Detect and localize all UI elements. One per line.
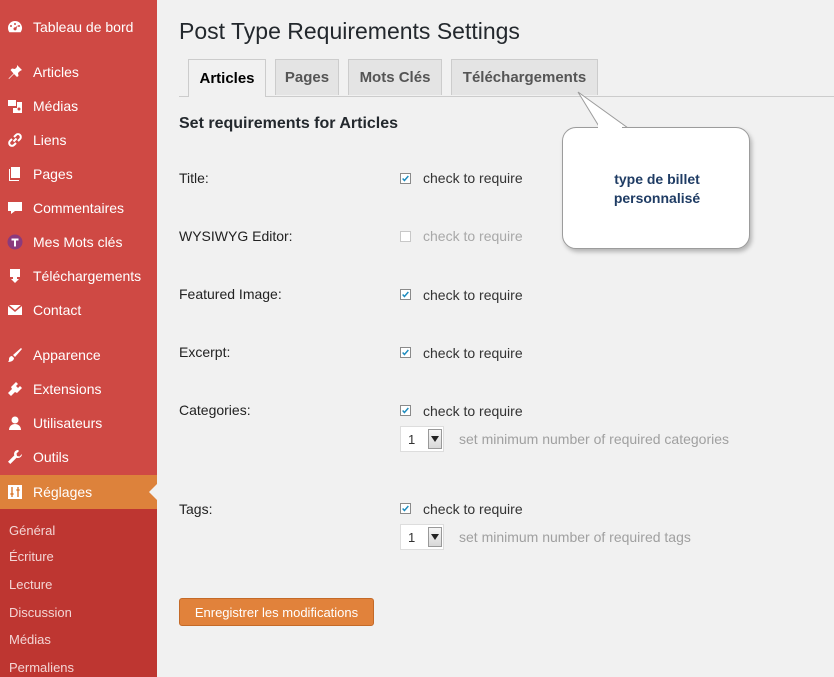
title-require-checkbox[interactable] <box>400 173 411 184</box>
link-icon <box>7 132 23 148</box>
categories-min-hint: set minimum number of required categorie… <box>459 431 730 447</box>
save-button[interactable]: Enregistrer les modifications <box>179 598 374 626</box>
menu-item-label: Utilisateurs <box>33 415 103 431</box>
tab-articles[interactable]: Articles <box>188 59 266 97</box>
select-value: 1 <box>408 530 416 545</box>
dashboard-icon <box>7 19 23 35</box>
callout-line-2: personnalisé <box>613 190 701 206</box>
menu-item-medias[interactable]: Médias <box>0 89 157 123</box>
tags-min-select[interactable]: 1 <box>400 524 444 550</box>
user-icon <box>7 415 23 431</box>
menu-item-reglages[interactable]: Réglages <box>0 475 157 509</box>
tags-check-label: check to require <box>423 501 523 517</box>
excerpt-require-checkbox[interactable] <box>400 347 411 358</box>
submenu-medias[interactable]: Médias <box>9 632 51 647</box>
tab-telechargements[interactable]: Téléchargements <box>451 59 598 95</box>
menu-item-outils[interactable]: Outils <box>0 440 157 474</box>
tags-min-hint: set minimum number of required tags <box>459 529 691 545</box>
excerpt-label: Excerpt: <box>179 344 231 360</box>
menu-item-dashboard[interactable]: Tableau de bord <box>0 10 157 44</box>
categories-min-select[interactable]: 1 <box>400 426 444 452</box>
menu-item-label: Commentaires <box>33 200 125 216</box>
menu-item-contact[interactable]: Contact <box>0 293 157 327</box>
menu-item-label: Pages <box>33 166 73 182</box>
categories-label: Categories: <box>179 402 251 418</box>
admin-sidebar: Tableau de bord Articles Médias Liens Pa… <box>0 0 157 677</box>
dropdown-arrow-icon <box>428 527 442 547</box>
plugin-icon <box>7 381 23 397</box>
envelope-icon <box>7 302 23 318</box>
excerpt-check-label: check to require <box>423 345 523 361</box>
menu-item-label: Contact <box>33 302 82 318</box>
menu-item-label: Réglages <box>33 484 93 500</box>
menu-item-label: Apparence <box>33 347 101 363</box>
menu-item-label: Liens <box>33 132 67 148</box>
checkmark-icon <box>402 291 409 298</box>
tab-pages[interactable]: Pages <box>275 59 339 95</box>
callout-pointer-mask <box>598 124 622 130</box>
section-heading: Set requirements for Articles <box>179 115 399 132</box>
menu-item-label: Articles <box>33 64 79 80</box>
menu-item-label: Téléchargements <box>33 268 142 284</box>
categories-require-checkbox[interactable] <box>400 405 411 416</box>
settings-submenu: Général Écriture Lecture Discussion Médi… <box>0 509 157 677</box>
title-label: Title: <box>179 170 209 186</box>
checkmark-icon <box>402 505 409 512</box>
wysiwyg-require-checkbox[interactable] <box>400 231 411 242</box>
menu-item-label: Extensions <box>33 381 102 397</box>
menu-item-telechargements[interactable]: Téléchargements <box>0 259 157 293</box>
categories-check-label: check to require <box>423 403 523 419</box>
menu-item-articles[interactable]: Articles <box>0 55 157 89</box>
menu-item-extensions[interactable]: Extensions <box>0 372 157 406</box>
pages-icon <box>7 166 23 182</box>
pin-icon <box>7 64 23 80</box>
brush-icon <box>7 347 23 363</box>
checkmark-icon <box>402 175 409 182</box>
tags-require-checkbox[interactable] <box>400 503 411 514</box>
submenu-ecriture[interactable]: Écriture <box>9 549 54 564</box>
menu-item-label: Tableau de bord <box>33 19 134 35</box>
submenu-permaliens[interactable]: Permaliens <box>9 660 74 675</box>
menu-item-pages[interactable]: Pages <box>0 157 157 191</box>
submenu-lecture[interactable]: Lecture <box>9 577 52 592</box>
tags-label: Tags: <box>179 501 213 517</box>
submenu-general[interactable]: Général <box>9 523 55 538</box>
page-title: Post Type Requirements Settings <box>179 18 520 44</box>
comment-icon <box>7 200 23 216</box>
download-icon <box>7 268 23 284</box>
menu-item-apparence[interactable]: Apparence <box>0 338 157 372</box>
featured-image-check-label: check to require <box>423 287 523 303</box>
checkmark-icon <box>402 349 409 356</box>
menu-item-commentaires[interactable]: Commentaires <box>0 191 157 225</box>
menu-item-label: Mes Mots clés <box>33 234 123 250</box>
wrench-icon <box>7 449 23 465</box>
menu-item-label: Médias <box>33 98 79 114</box>
menu-item-utilisateurs[interactable]: Utilisateurs <box>0 406 157 440</box>
menu-item-liens[interactable]: Liens <box>0 123 157 157</box>
settings-icon <box>7 484 23 500</box>
menu-item-label: Outils <box>33 449 69 465</box>
checkmark-icon <box>402 407 409 414</box>
wysiwyg-label: WYSIWYG Editor: <box>179 228 293 244</box>
submenu-discussion[interactable]: Discussion <box>9 605 72 620</box>
wysiwyg-check-label: check to require <box>423 228 523 244</box>
menu-item-mots-cles[interactable]: Mes Mots clés <box>0 225 157 259</box>
featured-image-require-checkbox[interactable] <box>400 289 411 300</box>
annotation-callout: type de billet personnalisé <box>562 127 750 249</box>
featured-image-label: Featured Image: <box>179 286 282 302</box>
tabs-divider <box>179 96 834 97</box>
title-check-label: check to require <box>423 170 523 186</box>
tab-mots-cles[interactable]: Mots Clés <box>348 59 442 95</box>
media-icon <box>7 98 23 114</box>
callout-line-1: type de billet <box>614 171 700 187</box>
select-value: 1 <box>408 432 416 447</box>
tag-icon <box>7 234 23 250</box>
dropdown-arrow-icon <box>428 429 442 449</box>
callout-text: type de billet personnalisé <box>563 170 751 208</box>
